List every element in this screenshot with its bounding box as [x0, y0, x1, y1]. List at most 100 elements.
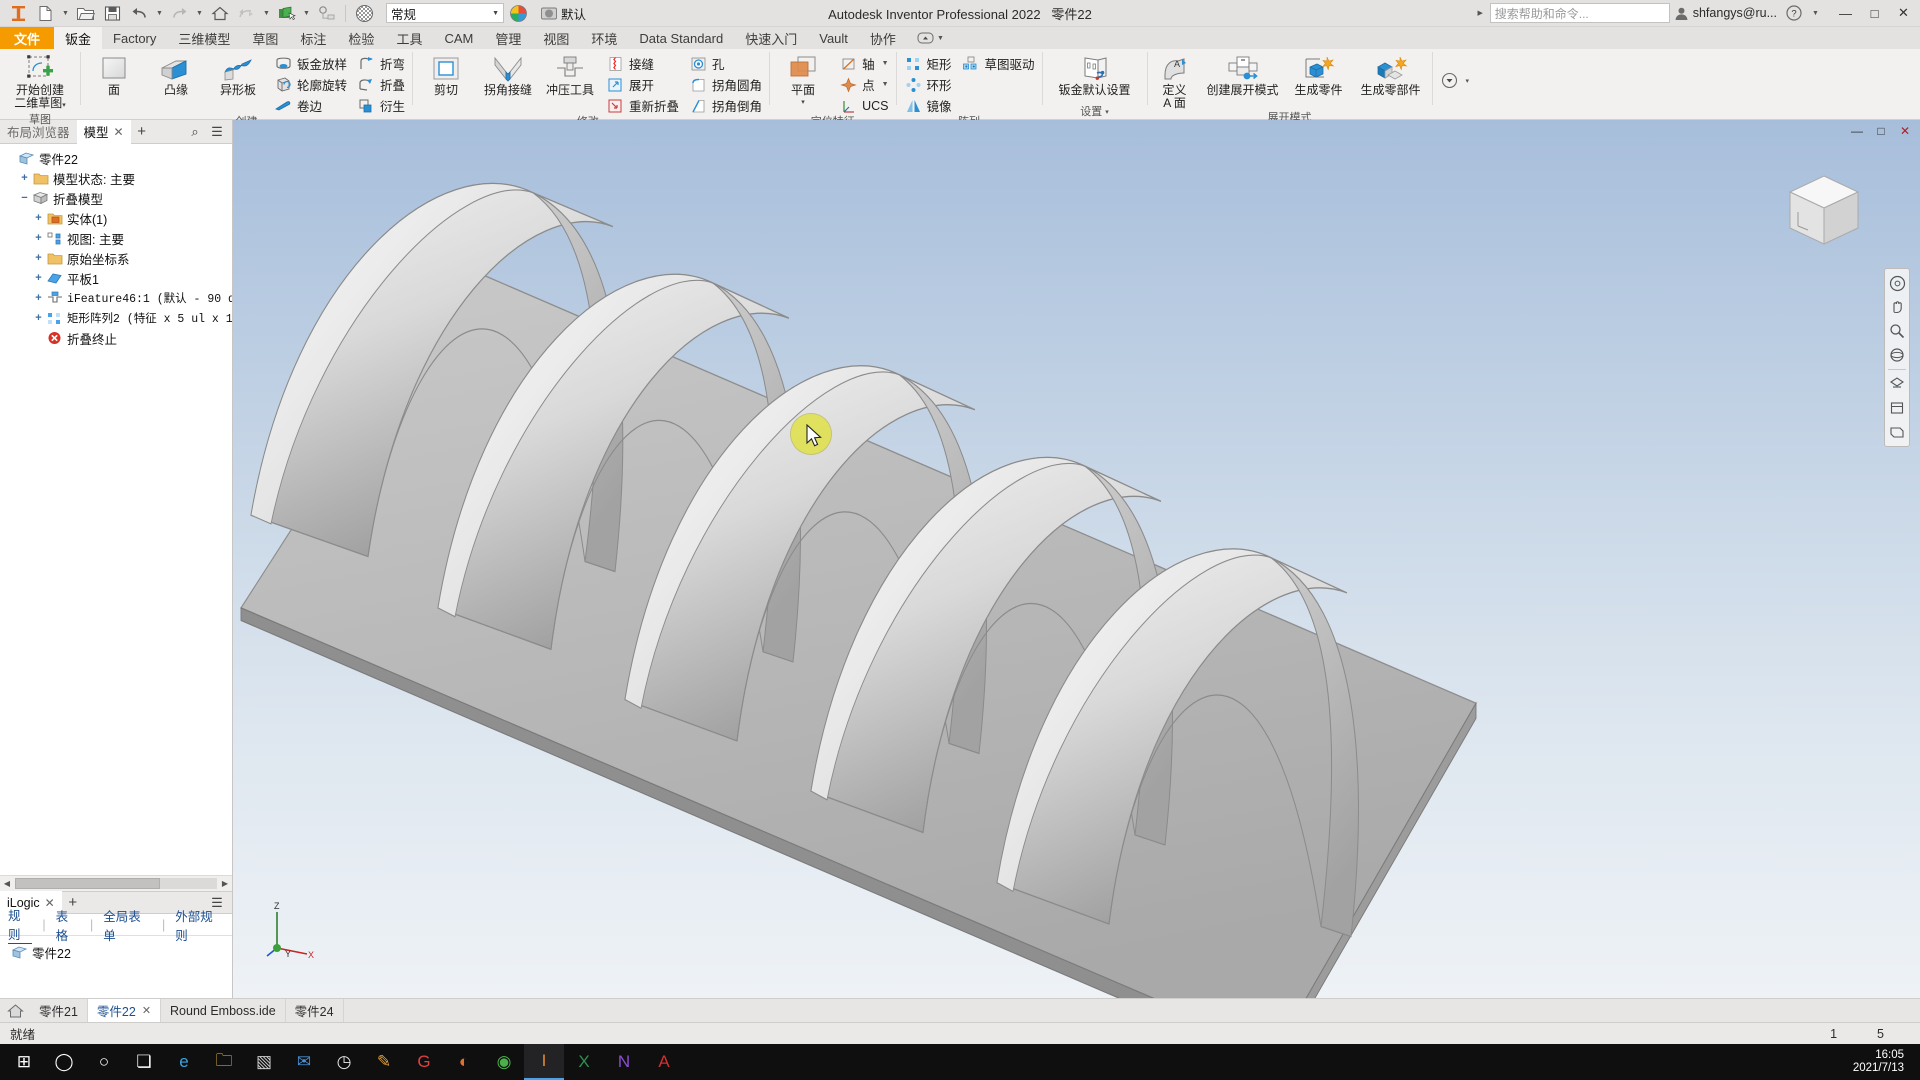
redo-dropdown-caret[interactable]: ▼	[194, 2, 205, 24]
color-wheel-icon[interactable]	[506, 2, 531, 24]
chevron-down-icon[interactable]: ▾	[1466, 77, 1470, 85]
collapse-icon[interactable]: −	[18, 192, 31, 205]
mirror-button[interactable]: 镜像	[899, 95, 957, 116]
undo-icon[interactable]	[127, 2, 152, 24]
lofted-flange-button[interactable]: 钣金放样	[269, 53, 352, 74]
unfold-button[interactable]: 展开	[601, 74, 684, 95]
material-button[interactable]: 默认	[540, 4, 586, 23]
ribbon-tab-2[interactable]: Factory	[102, 27, 167, 49]
chrome-button[interactable]: ◉	[484, 1044, 524, 1080]
zoom-icon[interactable]	[1886, 320, 1908, 342]
scroll-right-arrow[interactable]: ▶	[218, 877, 232, 891]
notepad-button[interactable]: ✎	[364, 1044, 404, 1080]
ribbon-tab-5[interactable]: 标注	[289, 27, 337, 49]
sketch-driven-pattern-button[interactable]: 草图驱动	[957, 53, 1040, 74]
mail-button[interactable]: ✉	[284, 1044, 324, 1080]
expand-icon[interactable]: +	[32, 272, 45, 285]
punch-tool-button[interactable]: 冲压工具	[539, 52, 601, 99]
firefox-button[interactable]: ◐	[444, 1044, 484, 1080]
appearance-override-icon[interactable]	[352, 2, 377, 24]
previous-view-icon[interactable]	[1886, 421, 1908, 443]
tree-item[interactable]: 零件22	[0, 148, 232, 168]
chevron-down-icon[interactable]: ▼	[882, 60, 889, 67]
ribbon-tab-0[interactable]: 文件	[0, 27, 55, 49]
inventor-button[interactable]: I	[524, 1044, 564, 1080]
browser-horizontal-scrollbar[interactable]: ◀ ▶	[0, 875, 232, 891]
ribbon-tab-3[interactable]: 三维模型	[167, 27, 241, 49]
corner-chamfer-button[interactable]: 拐角倒角	[684, 95, 767, 116]
taskbar-clock[interactable]: 16:05 2021/7/13	[1853, 1049, 1916, 1075]
tree-item[interactable]: − 折叠模型	[0, 188, 232, 208]
ribbon-overflow-button[interactable]: ▾	[1435, 70, 1475, 91]
update-icon[interactable]	[234, 2, 259, 24]
ribbon-tab-12[interactable]: Data Standard	[628, 27, 734, 49]
undo-dropdown-caret[interactable]: ▼	[154, 2, 165, 24]
ribbon-tab-10[interactable]: 视图	[532, 27, 580, 49]
tree-item[interactable]: 折叠终止	[0, 328, 232, 348]
tree-item[interactable]: + 原始坐标系	[0, 248, 232, 268]
ribbon-tab-14[interactable]: Vault	[808, 27, 859, 49]
task-view-button[interactable]: ❏	[124, 1044, 164, 1080]
pan-icon[interactable]	[1886, 296, 1908, 318]
chevron-down-icon[interactable]: ▼	[882, 81, 889, 88]
tree-item[interactable]: + iFeature46:1 (默认 - 90 deg)	[0, 288, 232, 308]
hem-button[interactable]: 卷边	[269, 95, 352, 116]
tree-item[interactable]: + 矩形阵列2 (特征 x 5 ul x 15 mm)	[0, 308, 232, 328]
user-account-button[interactable]: shfangys@ru...	[1674, 6, 1777, 21]
select-dropdown-caret[interactable]: ▼	[301, 2, 312, 24]
derive-button[interactable]: 衍生	[352, 95, 410, 116]
viewport-close-button[interactable]: ✕	[1894, 122, 1916, 140]
scroll-left-arrow[interactable]: ◀	[0, 877, 14, 891]
title-dropdown-caret[interactable]: ▶	[1475, 2, 1486, 24]
viewport-minimize-button[interactable]: —	[1846, 122, 1868, 140]
store-button[interactable]: ▧	[244, 1044, 284, 1080]
save-icon[interactable]	[100, 2, 125, 24]
create-flat-pattern-button[interactable]: 创建展开模式	[1200, 52, 1286, 99]
update-dropdown-caret[interactable]: ▼	[261, 2, 272, 24]
search-button[interactable]: ◯	[44, 1044, 84, 1080]
make-part-button[interactable]: 生成零件	[1286, 52, 1352, 99]
cut-button[interactable]: 剪切	[415, 52, 477, 99]
tree-item[interactable]: + 实体(1)	[0, 208, 232, 228]
new-file-dropdown-caret[interactable]: ▼	[60, 2, 71, 24]
window-minimize-button[interactable]: —	[1831, 0, 1860, 26]
ribbon-tab-11[interactable]: 环境	[580, 27, 628, 49]
axis-button[interactable]: 轴 ▼	[834, 53, 893, 74]
look-at-icon[interactable]	[1886, 373, 1908, 395]
plane-button[interactable]: 平面 ▾	[772, 52, 834, 111]
refold-button[interactable]: 重新折叠	[601, 95, 684, 116]
measure-icon[interactable]	[314, 2, 339, 24]
home-icon[interactable]	[0, 999, 30, 1023]
clock-app-button[interactable]: ◷	[324, 1044, 364, 1080]
expand-icon[interactable]: +	[32, 252, 45, 265]
ribbon-tab-7[interactable]: 工具	[385, 27, 433, 49]
open-file-icon[interactable]	[73, 2, 98, 24]
ribbon-tab-8[interactable]: CAM	[433, 27, 484, 49]
bend-button[interactable]: 折弯	[352, 53, 410, 74]
view-cube[interactable]	[1778, 166, 1870, 258]
expand-icon[interactable]: +	[32, 292, 45, 305]
rip-button[interactable]: 接缝	[601, 53, 684, 74]
select-icon[interactable]	[274, 2, 299, 24]
window-close-button[interactable]: ✕	[1889, 0, 1918, 26]
tree-item[interactable]: + 模型状态: 主要	[0, 168, 232, 188]
ribbon-tab-1[interactable]: 钣金	[54, 27, 103, 49]
document-tab-3[interactable]: 零件24	[286, 998, 344, 1023]
close-icon[interactable]: ✕	[142, 1004, 151, 1017]
viewport-maximize-button[interactable]: □	[1870, 122, 1892, 140]
window-maximize-button[interactable]: □	[1860, 0, 1889, 26]
close-icon[interactable]: ✕	[45, 896, 55, 910]
scroll-thumb[interactable]	[15, 878, 161, 889]
steering-wheel-icon[interactable]	[1886, 272, 1908, 294]
circular-pattern-button[interactable]: 环形	[899, 74, 957, 95]
ucs-button[interactable]: UCS	[834, 95, 893, 116]
graphics-viewport[interactable]: — □ ✕ Z X Y	[233, 120, 1920, 998]
ribbon-tab-13[interactable]: 快速入门	[734, 27, 808, 49]
contour-flange-button[interactable]: 异形板	[207, 52, 269, 99]
scroll-track[interactable]	[15, 878, 217, 889]
ribbon-tab-15[interactable]: 协作	[859, 27, 907, 49]
point-button[interactable]: 点 ▼	[834, 74, 893, 95]
file-explorer-button[interactable]: 🗀	[204, 1044, 244, 1080]
expand-icon[interactable]: +	[32, 232, 45, 245]
expand-icon[interactable]: +	[32, 212, 45, 225]
